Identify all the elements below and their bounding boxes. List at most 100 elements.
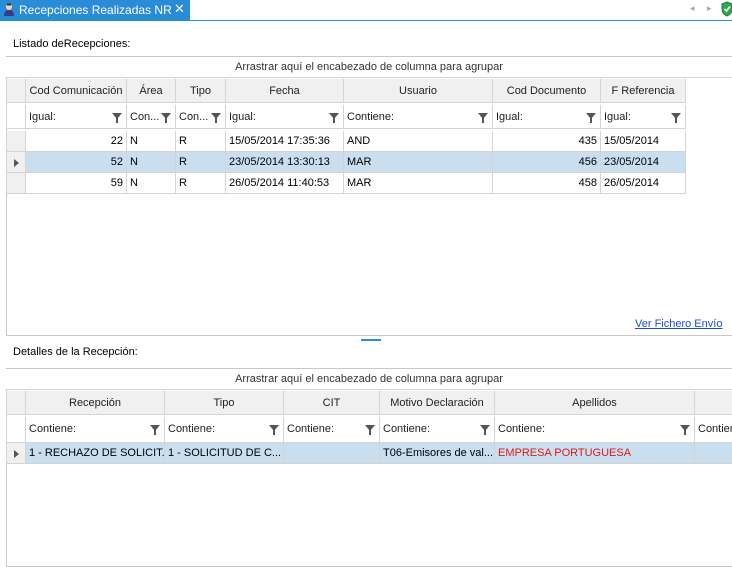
cell-tipo[interactable]: R	[176, 152, 226, 173]
cell-cod-documento[interactable]: 456	[493, 152, 601, 173]
filter-icon[interactable]	[161, 113, 171, 123]
filter-icon[interactable]	[480, 425, 490, 435]
col-header-extra[interactable]	[695, 391, 732, 415]
scroll-left-icon[interactable]: ◂	[690, 3, 695, 14]
cell-extra[interactable]	[695, 443, 732, 464]
splitter-grip[interactable]	[361, 339, 381, 341]
filter-icon[interactable]	[329, 113, 339, 123]
col-header-cod-comunicacion[interactable]: Cod Comunicación	[26, 79, 127, 103]
cell-tipo[interactable]: R	[176, 131, 226, 152]
row-indicator-filter	[6, 417, 26, 443]
cell-tipo[interactable]: R	[176, 173, 226, 194]
col-header-cod-documento[interactable]: Cod Documento	[493, 79, 601, 103]
cell-f-referencia[interactable]: 23/05/2014	[601, 152, 686, 173]
col-header-tipo[interactable]: Tipo	[165, 391, 284, 415]
filter-usuario[interactable]: Contiene:	[344, 105, 493, 129]
shield-check-icon[interactable]	[721, 1, 732, 17]
filter-fecha[interactable]: Igual:	[226, 105, 344, 129]
filter-operator: Contien	[698, 423, 732, 435]
table-row[interactable]: 22 N R 15/05/2014 17:35:36 AND 435 15/05…	[6, 131, 686, 152]
cell-cod-documento[interactable]: 458	[493, 173, 601, 194]
tab-recepciones-realizadas[interactable]: Recepciones Realizadas NR ✕	[0, 0, 190, 20]
filter-icon[interactable]	[478, 113, 488, 123]
cell-f-referencia[interactable]: 15/05/2014	[601, 131, 686, 152]
filter-icon[interactable]	[112, 113, 122, 123]
filter-icon[interactable]	[150, 425, 160, 435]
filter-operator: Con...	[130, 111, 160, 123]
filter-operator: Igual:	[29, 111, 56, 123]
cell-usuario[interactable]: MAR	[344, 152, 493, 173]
col-header-tipo[interactable]: Tipo	[176, 79, 226, 103]
filter-icon[interactable]	[211, 113, 221, 123]
cell-usuario[interactable]: MAR	[344, 173, 493, 194]
tab-strip: Recepciones Realizadas NR ✕ ◂ ▸	[0, 0, 732, 21]
filter-icon[interactable]	[680, 425, 690, 435]
col-header-area[interactable]: Área	[127, 79, 176, 103]
cell-cod-comunicacion[interactable]: 52	[26, 152, 127, 173]
section-label-detalles: Detalles de la Recepción:	[13, 346, 138, 358]
current-row-arrow-icon	[14, 159, 19, 167]
cell-fecha[interactable]: 15/05/2014 17:35:36	[226, 131, 344, 152]
cell-cod-documento[interactable]: 435	[493, 131, 601, 152]
recepciones-grid: Arrastrar aquí el encabezado de columna …	[6, 57, 732, 197]
detalles-grid: Arrastrar aquí el encabezado de columna …	[6, 369, 732, 469]
cell-area[interactable]: N	[127, 173, 176, 194]
col-header-recepcion[interactable]: Recepción	[26, 391, 165, 415]
cell-cit[interactable]	[284, 443, 380, 464]
filter-tipo[interactable]: Con...	[176, 105, 226, 129]
filter-icon[interactable]	[586, 113, 596, 123]
filter-operator: Contiene:	[29, 423, 77, 435]
col-header-apellidos[interactable]: Apellidos	[495, 391, 695, 415]
cell-motivo-declaracion[interactable]: T06-Emisores de val...	[380, 443, 495, 464]
filter-operator: Contiene:	[287, 423, 335, 435]
filter-f-referencia[interactable]: Igual:	[601, 105, 686, 129]
col-header-usuario[interactable]: Usuario	[344, 79, 493, 103]
filter-operator: Igual:	[229, 111, 256, 123]
cell-fecha[interactable]: 26/05/2014 11:40:53	[226, 173, 344, 194]
table-row-selected[interactable]: 1 - RECHAZO DE SOLICIT... 1 - SOLICITUD …	[6, 443, 732, 464]
cell-apellidos[interactable]: EMPRESA PORTUGUESA	[495, 443, 695, 464]
filter-tipo[interactable]: Contiene:	[165, 417, 284, 443]
section-label-listado: Listado deRecepciones:	[13, 38, 131, 50]
col-header-motivo-declaracion[interactable]: Motivo Declaración	[380, 391, 495, 415]
row-indicator-header	[6, 79, 26, 103]
cell-fecha[interactable]: 23/05/2014 13:30:13	[226, 152, 344, 173]
filter-operator: Igual:	[496, 111, 523, 123]
header-row: Cod Comunicación Área Tipo Fecha Usuario…	[6, 79, 686, 103]
cell-area[interactable]: N	[127, 152, 176, 173]
filter-cod-comunicacion[interactable]: Igual:	[26, 105, 127, 129]
table-row-selected[interactable]: 52 N R 23/05/2014 13:30:13 MAR 456 23/05…	[6, 152, 686, 173]
ver-fichero-envio-link[interactable]: Ver Fichero Envío	[635, 318, 722, 330]
col-header-fecha[interactable]: Fecha	[226, 79, 344, 103]
filter-icon[interactable]	[365, 425, 375, 435]
group-by-panel[interactable]: Arrastrar aquí el encabezado de columna …	[6, 369, 732, 390]
col-header-f-referencia[interactable]: F Referencia	[601, 79, 686, 103]
cell-recepcion[interactable]: 1 - RECHAZO DE SOLICIT...	[26, 443, 165, 464]
filter-recepcion[interactable]: Contiene:	[26, 417, 165, 443]
cell-area[interactable]: N	[127, 131, 176, 152]
tab-title: Recepciones Realizadas NR	[19, 3, 172, 17]
filter-motivo-declaracion[interactable]: Contiene:	[380, 417, 495, 443]
cell-usuario[interactable]: AND	[344, 131, 493, 152]
filter-apellidos[interactable]: Contiene:	[495, 417, 695, 443]
table-row[interactable]: 59 N R 26/05/2014 11:40:53 MAR 458 26/05…	[6, 173, 686, 194]
cell-cod-comunicacion[interactable]: 22	[26, 131, 127, 152]
scroll-right-icon[interactable]: ▸	[707, 3, 712, 14]
col-header-cit[interactable]: CIT	[284, 391, 380, 415]
cell-tipo[interactable]: 1 - SOLICITUD DE C...	[165, 443, 284, 464]
cell-f-referencia[interactable]: 26/05/2014	[601, 173, 686, 194]
row-indicator-filter	[6, 105, 26, 129]
filter-cod-documento[interactable]: Igual:	[493, 105, 601, 129]
filter-area[interactable]: Con...	[127, 105, 176, 129]
close-icon[interactable]: ✕	[174, 1, 185, 17]
group-by-panel[interactable]: Arrastrar aquí el encabezado de columna …	[6, 57, 732, 78]
cell-cod-comunicacion[interactable]: 59	[26, 173, 127, 194]
filter-icon[interactable]	[269, 425, 279, 435]
filter-icon[interactable]	[671, 113, 681, 123]
row-indicator	[6, 131, 26, 152]
filter-extra[interactable]: Contien	[695, 417, 732, 443]
filter-cit[interactable]: Contiene:	[284, 417, 380, 443]
panel-splitter[interactable]	[0, 336, 732, 342]
filter-operator: Contiene:	[347, 111, 395, 123]
header-row: Recepción Tipo CIT Motivo Declaración Ap…	[6, 391, 732, 415]
